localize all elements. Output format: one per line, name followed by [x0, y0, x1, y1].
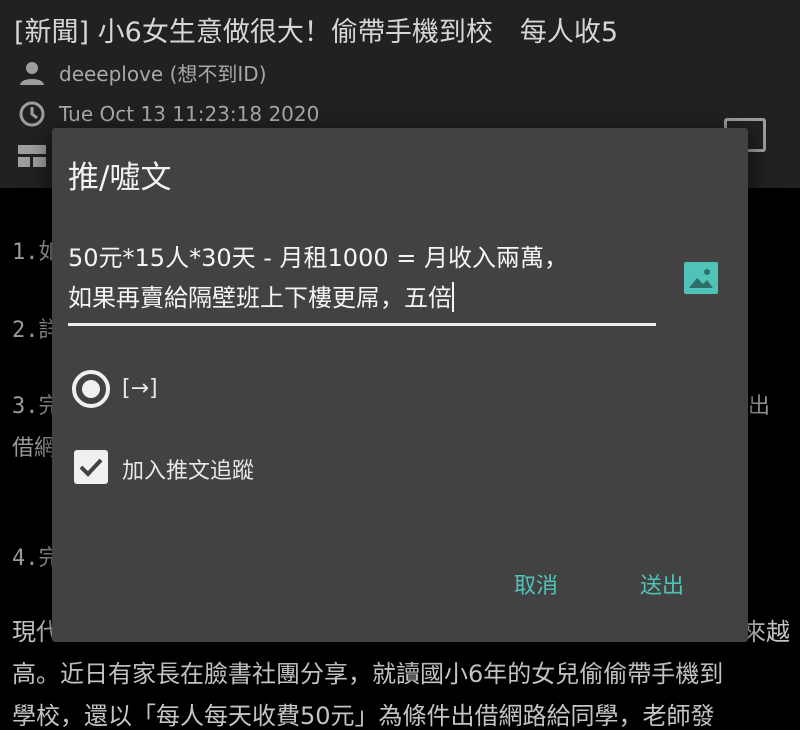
- body-line-4: 借網: [12, 436, 57, 461]
- body-line-3-right: 出: [748, 394, 771, 419]
- comment-input-value[interactable]: 50元*15人*30天 - 月租1000 = 月收入兩萬， 如果再賣給隔壁班上下…: [68, 244, 568, 312]
- comment-input[interactable]: 50元*15人*30天 - 月租1000 = 月收入兩萬， 如果再賣給隔壁班上下…: [68, 238, 656, 326]
- comment-dialog: 推/噓文 50元*15人*30天 - 月租1000 = 月收入兩萬， 如果再賣給…: [52, 128, 748, 642]
- checkbox-label: 加入推文追蹤: [122, 459, 255, 484]
- person-icon: [18, 59, 46, 87]
- board-icon: [18, 142, 46, 170]
- dialog-title: 推/噓文: [68, 160, 172, 196]
- post-time: Tue Oct 13 11:23:18 2020: [59, 102, 320, 126]
- track-checkbox[interactable]: [74, 450, 108, 484]
- author-row: deeeplove (想不到ID): [18, 58, 267, 87]
- post-title: [新聞] 小6女生意做很大！偷帶手機到校 每人收5: [14, 17, 619, 48]
- radio-push[interactable]: [72, 370, 110, 408]
- image-icon[interactable]: [684, 262, 718, 294]
- author-name: deeeplove (想不到ID): [59, 62, 267, 86]
- article-line-2: 高。近日有家長在臉書社團分享，就讀國小6年的女兒偷偷帶手機到: [12, 660, 724, 688]
- radio-label: [→]: [122, 376, 158, 401]
- time-row: Tue Oct 13 11:23:18 2020: [18, 100, 319, 128]
- cancel-button[interactable]: 取消: [514, 568, 558, 600]
- clock-icon: [18, 100, 46, 128]
- article-line-1-right: 來越: [742, 618, 790, 646]
- article-line-3: 學校，還以「每人每天收費50元」為條件出借網路給同學，老師發: [12, 702, 715, 730]
- text-caret: [452, 282, 454, 312]
- send-button[interactable]: 送出: [640, 568, 684, 600]
